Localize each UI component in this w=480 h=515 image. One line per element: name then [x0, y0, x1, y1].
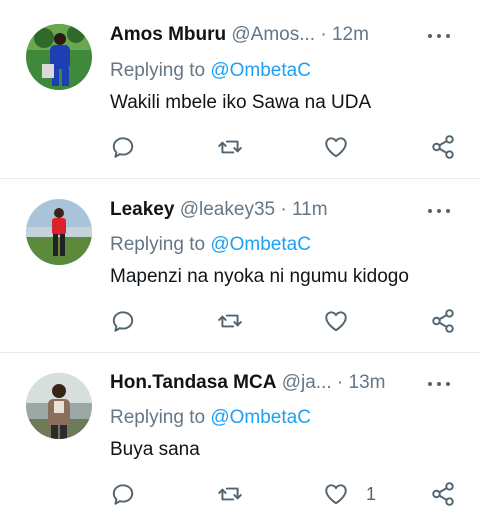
avatar[interactable] — [26, 373, 92, 439]
more-icon[interactable] — [428, 31, 452, 41]
avatar[interactable] — [26, 199, 92, 265]
mention-link[interactable]: @OmbetaC — [210, 60, 311, 81]
tweet-text: Mapenzi na nyoka ni ngumu kidogo — [110, 266, 409, 287]
share-icon[interactable] — [430, 134, 456, 160]
retweet-icon[interactable] — [217, 308, 243, 334]
timestamp[interactable]: · 13m — [337, 372, 386, 393]
user-handle[interactable]: @Amos... — [231, 24, 315, 45]
reply-icon[interactable] — [110, 134, 136, 160]
user-handle[interactable]: @leakey35 — [180, 199, 275, 220]
reply-icon[interactable] — [110, 481, 136, 507]
tweet-3[interactable]: Hon.Tandasa MCA @ja... · 13m Replying to… — [0, 353, 480, 515]
replying-to: Replying to @OmbetaC — [110, 234, 311, 256]
avatar[interactable] — [26, 24, 92, 90]
tweet-1[interactable]: Amos Mburu @Amos... · 12m Replying to @O… — [0, 0, 480, 179]
replying-to: Replying to @OmbetaC — [110, 407, 311, 429]
more-icon[interactable] — [428, 379, 452, 389]
display-name[interactable]: Amos Mburu — [110, 24, 226, 45]
replying-label: Replying to — [110, 60, 206, 81]
tweet-2[interactable]: Leakey @leakey35 · 11m Replying to @Ombe… — [0, 179, 480, 353]
display-name[interactable]: Hon.Tandasa MCA — [110, 372, 276, 393]
replying-to: Replying to @OmbetaC — [110, 60, 311, 82]
like-count: 1 — [366, 484, 377, 504]
retweet-icon[interactable] — [217, 134, 243, 160]
mention-link[interactable]: @OmbetaC — [210, 234, 311, 255]
tweet-text: Buya sana — [110, 439, 200, 460]
like-icon[interactable] — [323, 481, 349, 507]
like-icon[interactable] — [323, 134, 349, 160]
user-handle[interactable]: @ja... — [282, 372, 332, 393]
share-icon[interactable] — [430, 308, 456, 334]
timestamp[interactable]: · 11m — [280, 199, 327, 220]
replying-label: Replying to — [110, 234, 206, 255]
display-name[interactable]: Leakey — [110, 199, 174, 220]
more-icon[interactable] — [428, 206, 452, 216]
retweet-icon[interactable] — [217, 481, 243, 507]
replying-label: Replying to — [110, 407, 206, 428]
mention-link[interactable]: @OmbetaC — [210, 407, 311, 428]
share-icon[interactable] — [430, 481, 456, 507]
tweet-text: Wakili mbele iko Sawa na UDA — [110, 92, 372, 113]
like-icon[interactable] — [323, 308, 349, 334]
reply-icon[interactable] — [110, 308, 136, 334]
timestamp[interactable]: · 12m — [320, 24, 369, 45]
